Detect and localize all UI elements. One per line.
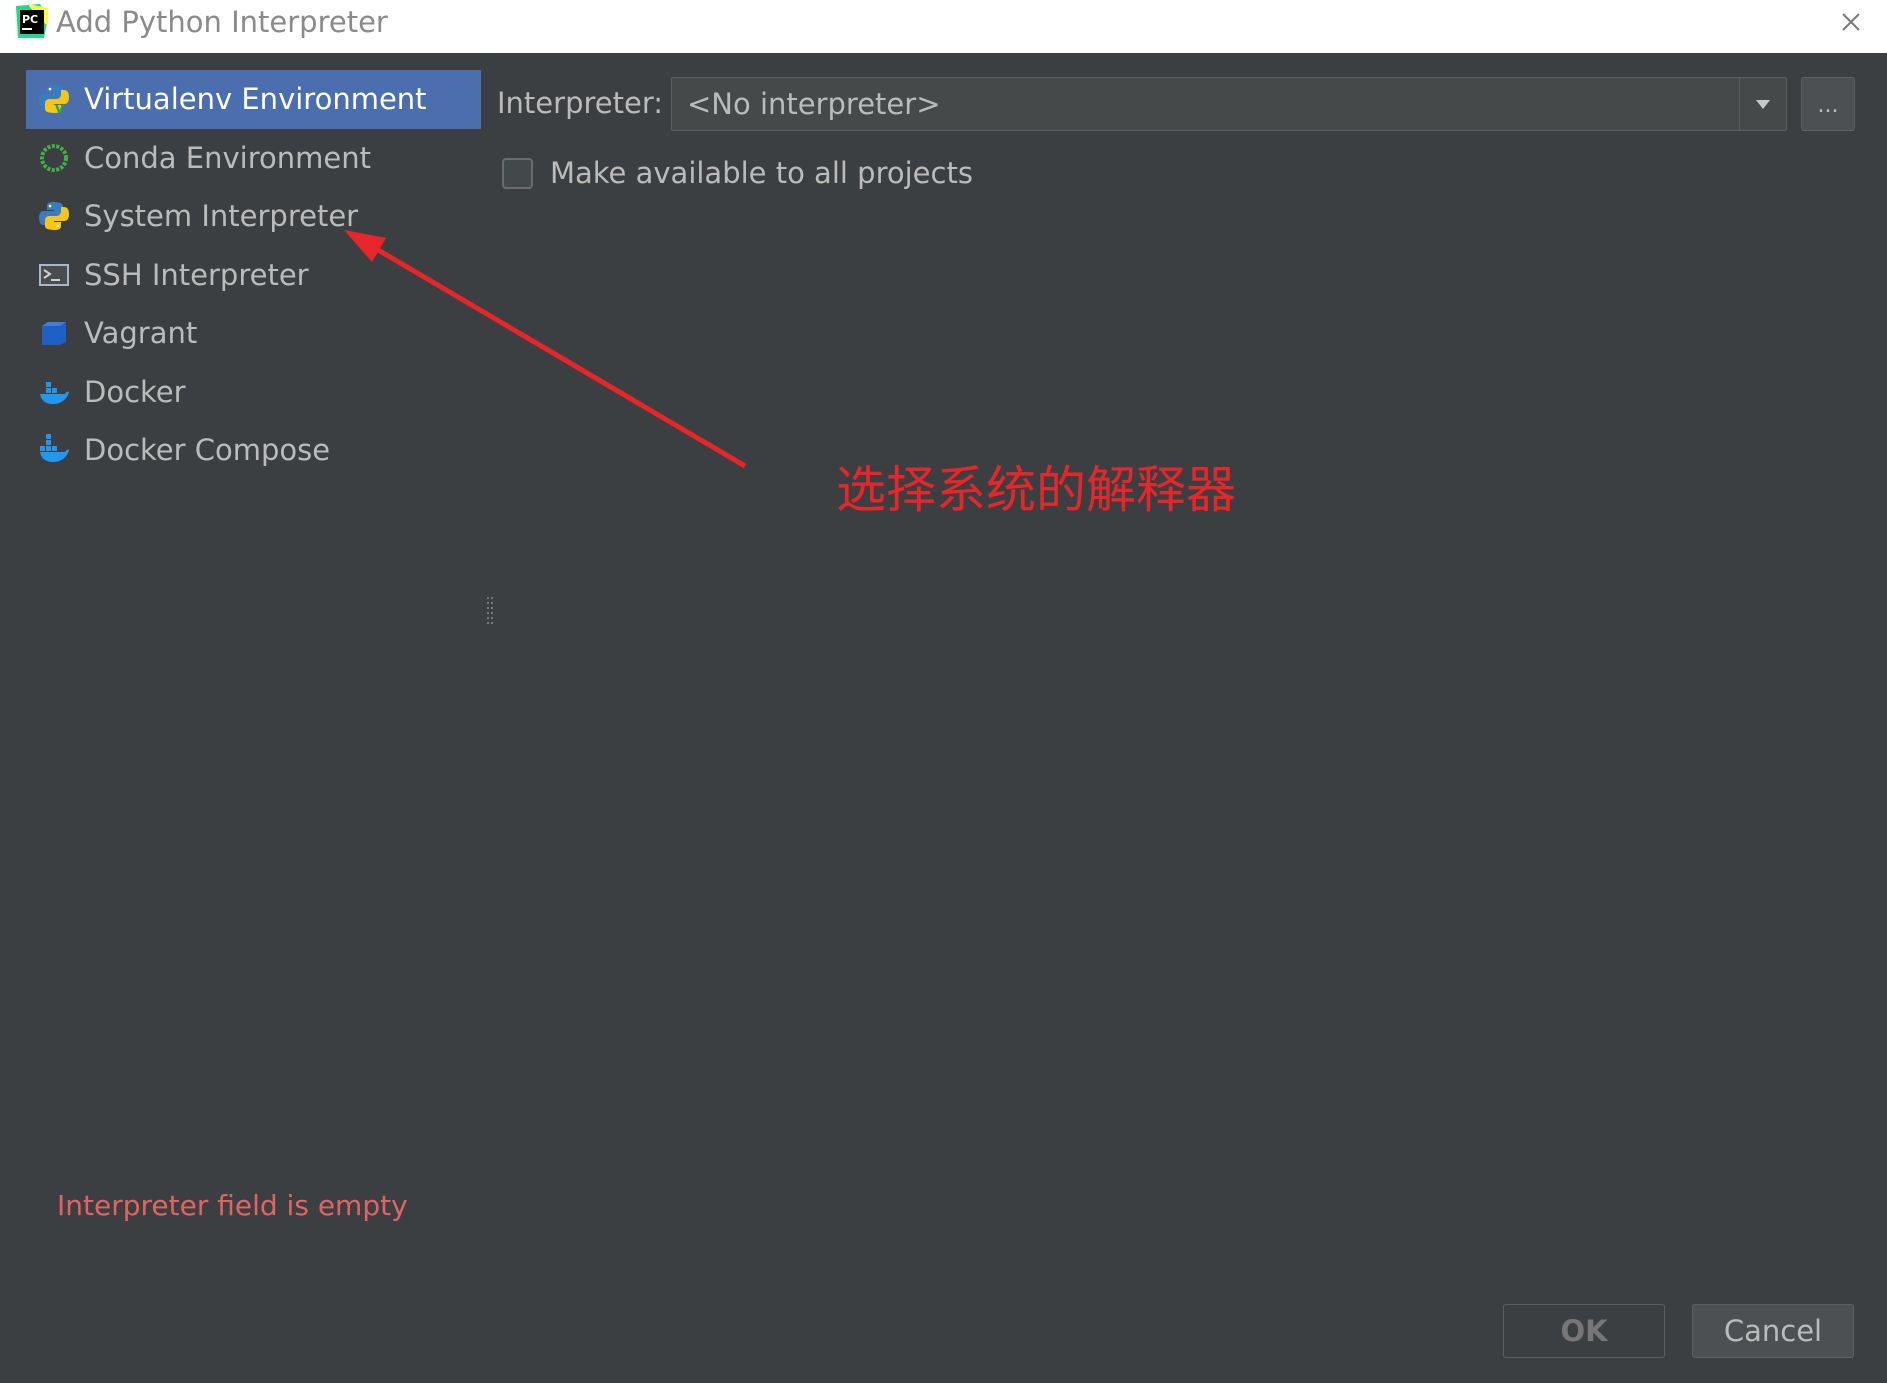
ok-button[interactable]: OK [1503,1304,1665,1358]
sidebar-item-label: SSH Interpreter [84,257,309,292]
chevron-down-icon [1756,100,1770,109]
sidebar-item-vagrant[interactable]: Vagrant [26,304,481,363]
browse-interpreter-button[interactable]: ... [1801,77,1855,131]
pycharm-logo-icon: PC [16,4,48,38]
title-bar: PC Add Python Interpreter [0,0,1887,53]
make-available-checkbox[interactable] [502,158,533,189]
splitter-handle[interactable] [485,595,495,629]
sidebar-item-docker-compose[interactable]: Docker Compose [26,421,481,480]
conda-icon [38,142,70,174]
sidebar-item-conda[interactable]: Conda Environment [26,129,481,188]
sidebar-item-label: Docker [84,374,186,409]
svg-text:PC: PC [22,13,38,26]
make-available-label[interactable]: Make available to all projects [550,156,973,190]
window-title: Add Python Interpreter [56,5,388,39]
sidebar-item-label: Virtualenv Environment [84,82,427,117]
sidebar-item-docker[interactable]: Docker [26,363,481,422]
docker-icon [38,376,70,408]
interpreter-type-list: v Virtualenv Environment Conda Environme… [26,70,481,480]
add-python-interpreter-dialog: PC Add Python Interpreter v Virtualenv E… [0,0,1887,1383]
terminal-icon [38,259,70,291]
cancel-button[interactable]: Cancel [1692,1304,1854,1358]
close-icon[interactable] [1837,8,1865,36]
annotation-text: 选择系统的解释器 [836,461,1236,519]
sidebar-item-system-interpreter[interactable]: System Interpreter [26,187,481,246]
sidebar-item-label: Docker Compose [84,433,331,468]
sidebar-item-label: Conda Environment [84,140,371,175]
interpreter-dropdown[interactable]: <No interpreter> [671,77,1787,131]
validation-error: Interpreter field is empty [57,1189,408,1222]
virtualenv-icon: v [38,83,70,115]
interpreter-label: Interpreter: [497,86,663,120]
dropdown-toggle[interactable] [1739,78,1786,130]
sidebar-item-virtualenv[interactable]: v Virtualenv Environment [26,70,481,129]
python-icon [38,200,70,232]
sidebar-item-label: System Interpreter [84,199,359,234]
interpreter-selected-value: <No interpreter> [687,87,941,121]
docker-compose-icon [38,434,70,466]
sidebar-item-ssh-interpreter[interactable]: SSH Interpreter [26,246,481,305]
vagrant-icon [38,317,70,349]
sidebar-item-label: Vagrant [84,316,198,351]
svg-text:v: v [55,101,64,115]
